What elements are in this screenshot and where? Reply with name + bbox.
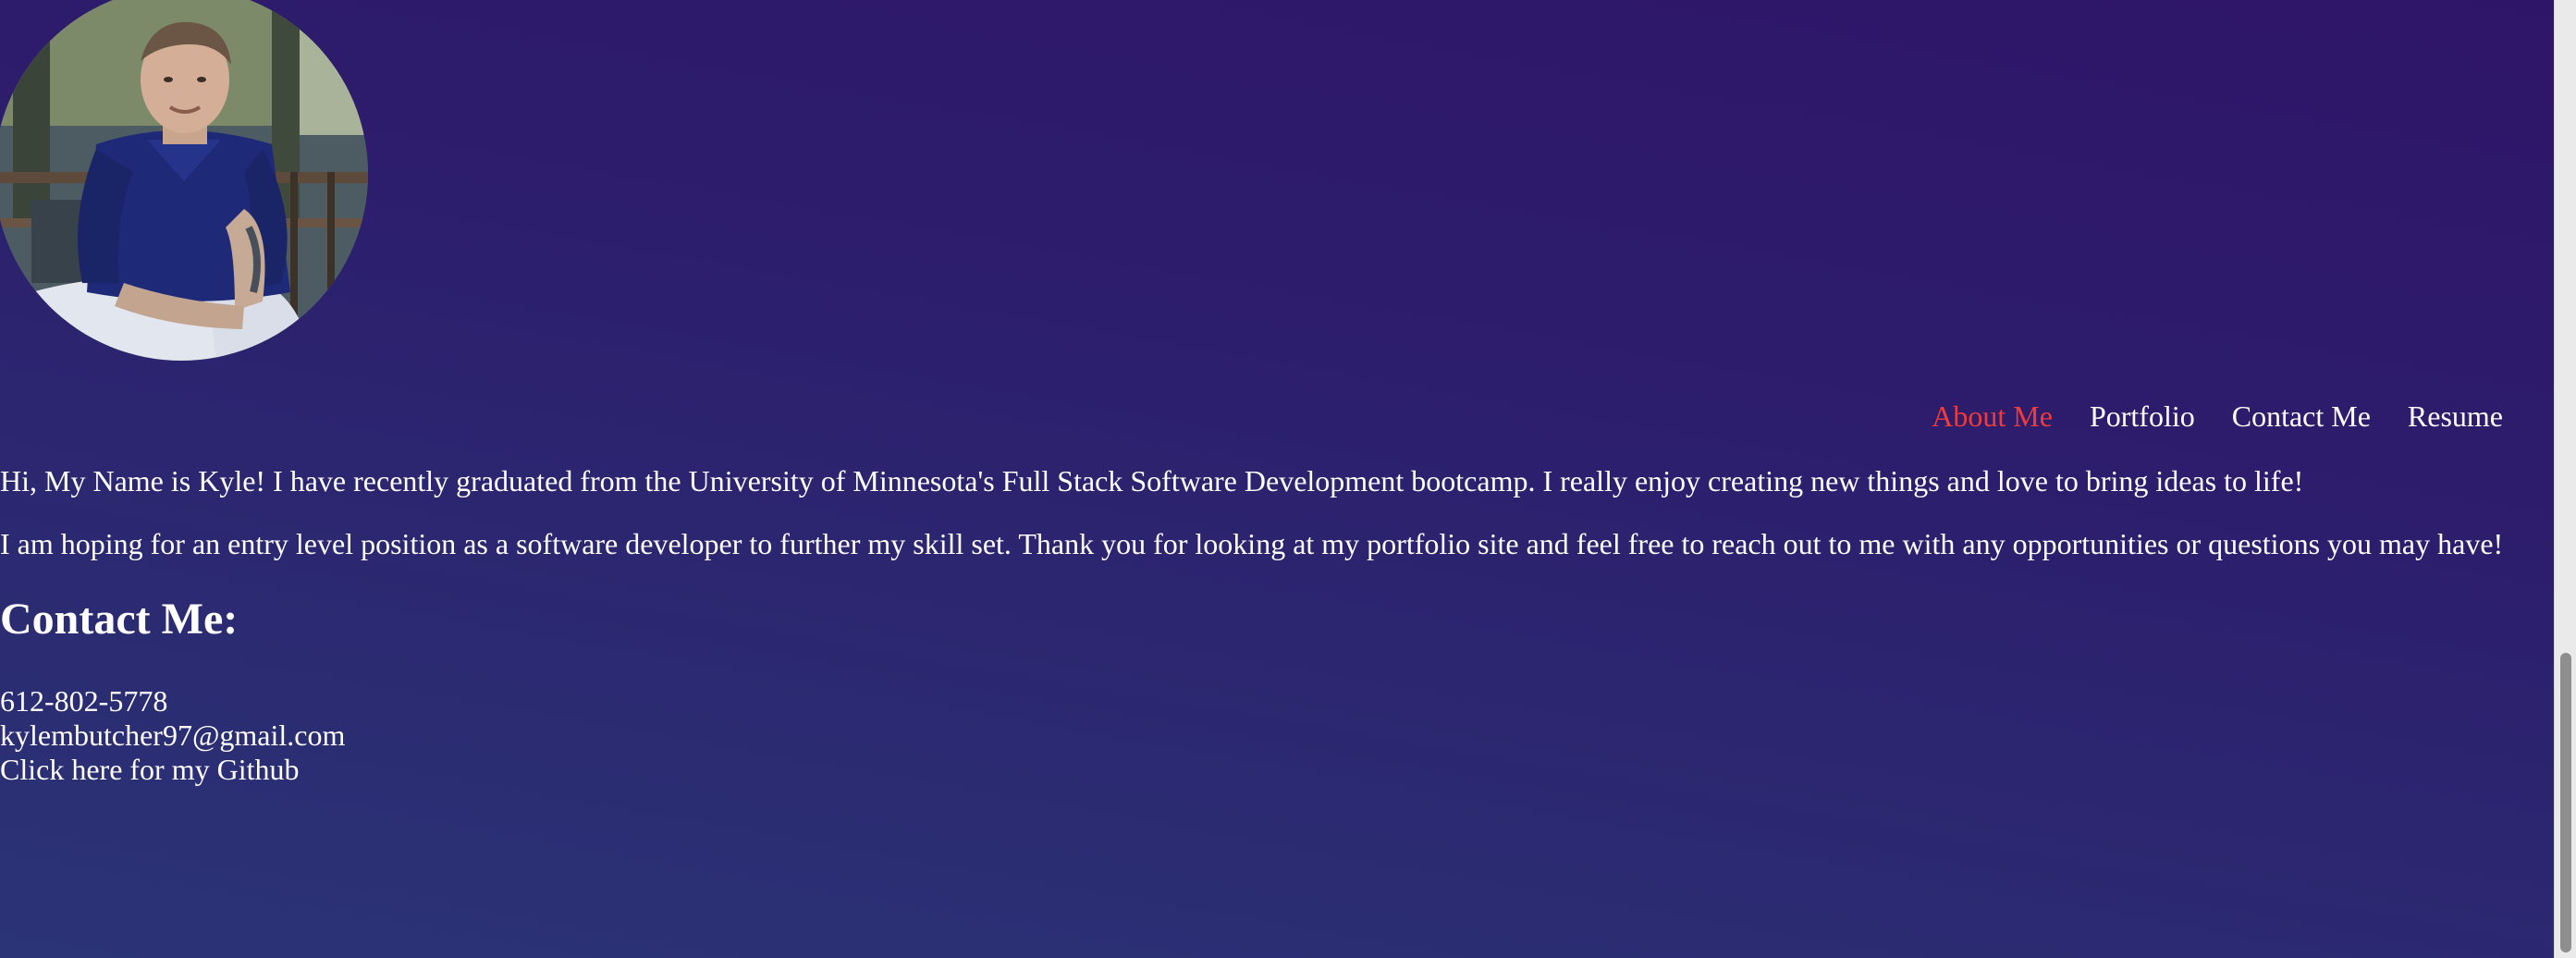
vertical-scrollbar[interactable] — [2554, 0, 2576, 958]
contact-email: kylembutcher97@gmail.com — [0, 718, 346, 752]
nav-about-me[interactable]: About Me — [1932, 398, 2053, 435]
contact-list: 612-802-5778 kylembutcher97@gmail.com Cl… — [0, 684, 345, 787]
profile-photo — [0, 0, 368, 361]
contact-phone: 612-802-5778 — [0, 684, 168, 718]
about-paragraph-2: I am hoping for an entry level position … — [0, 527, 2504, 560]
contact-heading: Contact Me: — [0, 595, 239, 644]
scrollbar-thumb[interactable] — [2560, 653, 2571, 952]
nav-portfolio[interactable]: Portfolio — [2090, 398, 2195, 435]
nav-contact-me[interactable]: Contact Me — [2232, 398, 2371, 435]
github-link[interactable]: Click here for my Github — [0, 753, 345, 787]
nav-resume[interactable]: Resume — [2408, 398, 2503, 435]
profile-photo-icon — [0, 0, 368, 361]
page: About Me Portfolio Contact Me Resume Hi,… — [0, 0, 2554, 958]
main-nav: About Me Portfolio Contact Me Resume — [1932, 398, 2503, 435]
about-paragraph-1: Hi, My Name is Kyle! I have recently gra… — [0, 464, 2304, 497]
